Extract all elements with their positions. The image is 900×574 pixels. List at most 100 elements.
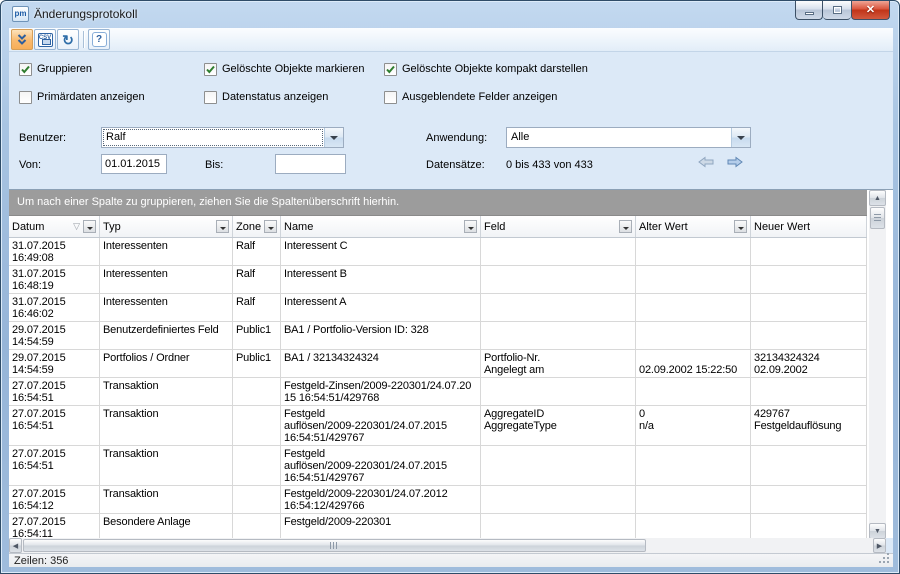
table-row[interactable]: 29.07.2015 14:54:59Portfolios / OrdnerPu… xyxy=(9,350,867,378)
table-cell: AggregateID AggregateType xyxy=(481,406,636,445)
refresh-button[interactable]: ↻ xyxy=(57,29,79,50)
filter-icon[interactable] xyxy=(619,220,632,233)
titlebar[interactable]: pm Änderungsprotokoll ✕ xyxy=(1,1,899,28)
anwendung-dropdown-button[interactable] xyxy=(731,128,750,147)
minimize-button[interactable] xyxy=(795,1,823,20)
scroll-down-button[interactable]: ▼ xyxy=(869,523,886,539)
table-cell: Public1 xyxy=(233,322,281,349)
window-title: Änderungsprotokoll xyxy=(34,7,137,21)
close-button[interactable]: ✕ xyxy=(851,1,890,20)
arrow-left-icon xyxy=(698,156,714,168)
table-cell: Interessent A xyxy=(281,294,481,321)
filter-icon[interactable] xyxy=(83,220,96,233)
bis-label: Bis: xyxy=(205,159,223,171)
checkbox-unchecked-icon[interactable] xyxy=(204,91,217,104)
resize-grip-icon[interactable] xyxy=(879,553,891,565)
export-csv-button[interactable]: CSV xyxy=(34,29,56,50)
table-cell: 27.07.2015 16:54:51 xyxy=(9,446,100,485)
scroll-left-button[interactable]: ◀ xyxy=(9,538,22,553)
horizontal-scrollbar[interactable]: ◀ ▶ xyxy=(9,538,886,553)
maximize-button[interactable] xyxy=(823,1,851,20)
window-controls: ✕ xyxy=(795,1,890,20)
column-header-alter-wert[interactable]: Alter Wert xyxy=(636,216,751,237)
table-row[interactable]: 31.07.2015 16:49:08InteressentenRalfInte… xyxy=(9,238,867,266)
benutzer-combobox[interactable]: Ralf xyxy=(101,127,344,148)
table-cell xyxy=(233,406,281,445)
checkbox-item[interactable]: Gruppieren xyxy=(19,62,92,76)
checkbox-item[interactable]: Gelöschte Objekte markieren xyxy=(204,62,364,76)
scroll-up-button[interactable]: ▲ xyxy=(869,190,886,206)
checkbox-checked-icon[interactable] xyxy=(19,63,32,76)
table-cell: Ralf xyxy=(233,238,281,265)
group-by-bar[interactable]: Um nach einer Spalte zu gruppieren, zieh… xyxy=(9,190,867,216)
table-cell: Ralf xyxy=(233,266,281,293)
statusbar: Zeilen: 356 xyxy=(9,553,893,567)
table-cell xyxy=(233,486,281,513)
anwendung-value: Alle xyxy=(507,128,731,147)
table-cell xyxy=(233,378,281,405)
column-header-datum[interactable]: Datum▽ xyxy=(9,216,100,237)
horizontal-scroll-thumb[interactable] xyxy=(23,539,646,552)
benutzer-dropdown-button[interactable] xyxy=(324,128,343,147)
toolbar: CSV ↻ ? xyxy=(9,28,893,52)
checkbox-item[interactable]: Ausgeblendete Felder anzeigen xyxy=(384,90,557,104)
table-cell xyxy=(233,446,281,485)
filter-icon[interactable] xyxy=(464,220,477,233)
table-row[interactable]: 27.07.2015 16:54:51TransaktionFestgeld a… xyxy=(9,446,867,486)
vertical-scroll-thumb[interactable] xyxy=(870,207,885,229)
von-label: Von: xyxy=(19,159,41,171)
filter-icon[interactable] xyxy=(734,220,747,233)
column-header-typ[interactable]: Typ xyxy=(100,216,233,237)
table-cell xyxy=(751,266,867,293)
table-cell: Ralf xyxy=(233,294,281,321)
table-cell xyxy=(636,486,751,513)
table-cell xyxy=(481,446,636,485)
table-cell: Festgeld auflösen/2009-220301/24.07.2015… xyxy=(281,406,481,445)
table-cell: 27.07.2015 16:54:11 xyxy=(9,514,100,539)
triangle-right-icon: ▶ xyxy=(877,542,882,550)
table-cell: 31.07.2015 16:48:19 xyxy=(9,266,100,293)
table-cell: Interessent B xyxy=(281,266,481,293)
von-input[interactable] xyxy=(101,154,167,174)
table-cell: BA1 / 32134324324 xyxy=(281,350,481,377)
expand-toggle-button[interactable] xyxy=(11,29,33,50)
table-cell: Interessenten xyxy=(100,266,233,293)
checkbox-item[interactable]: Primärdaten anzeigen xyxy=(19,90,145,104)
next-page-button[interactable] xyxy=(724,156,746,172)
anwendung-combobox[interactable]: Alle xyxy=(506,127,751,148)
table-cell xyxy=(751,486,867,513)
filter-icon[interactable] xyxy=(264,220,277,233)
vertical-scrollbar[interactable]: ▲ ▼ xyxy=(869,190,886,539)
column-header-zone[interactable]: Zone xyxy=(233,216,281,237)
column-header-name[interactable]: Name xyxy=(281,216,481,237)
anwendung-label: Anwendung: xyxy=(426,132,487,144)
prev-page-button[interactable] xyxy=(695,156,717,172)
table-row[interactable]: 27.07.2015 16:54:11Besondere AnlageFestg… xyxy=(9,514,867,539)
table-row[interactable]: 31.07.2015 16:48:19InteressentenRalfInte… xyxy=(9,266,867,294)
table-cell xyxy=(481,486,636,513)
bis-input[interactable] xyxy=(275,154,346,174)
table-cell: Interessenten xyxy=(100,238,233,265)
checkbox-unchecked-icon[interactable] xyxy=(19,91,32,104)
checkbox-checked-icon[interactable] xyxy=(384,63,397,76)
table-row[interactable]: 27.07.2015 16:54:51TransaktionFestgeld-Z… xyxy=(9,378,867,406)
column-header-neuer-wert[interactable]: Neuer Wert xyxy=(751,216,867,237)
scroll-right-button[interactable]: ▶ xyxy=(873,538,886,553)
table-row[interactable]: 27.07.2015 16:54:12TransaktionFestgeld/2… xyxy=(9,486,867,514)
help-icon: ? xyxy=(92,32,107,47)
filter-icon[interactable] xyxy=(216,220,229,233)
table-row[interactable]: 29.07.2015 14:54:59Benutzerdefiniertes F… xyxy=(9,322,867,350)
table-cell: 27.07.2015 16:54:51 xyxy=(9,378,100,405)
help-button[interactable]: ? xyxy=(88,29,110,50)
checkbox-item[interactable]: Gelöschte Objekte kompakt darstellen xyxy=(384,62,588,76)
checkbox-checked-icon[interactable] xyxy=(204,63,217,76)
table-cell: Transaktion xyxy=(100,406,233,445)
column-header-feld[interactable]: Feld xyxy=(481,216,636,237)
triangle-up-icon: ▲ xyxy=(874,195,881,202)
table-row[interactable]: 31.07.2015 16:46:02InteressentenRalfInte… xyxy=(9,294,867,322)
checkbox-item[interactable]: Datenstatus anzeigen xyxy=(204,90,328,104)
table-cell: 0 n/a xyxy=(636,406,751,445)
table-row[interactable]: 27.07.2015 16:54:51TransaktionFestgeld a… xyxy=(9,406,867,446)
checkbox-unchecked-icon[interactable] xyxy=(384,91,397,104)
datensaetze-value: 0 bis 433 von 433 xyxy=(506,159,593,171)
